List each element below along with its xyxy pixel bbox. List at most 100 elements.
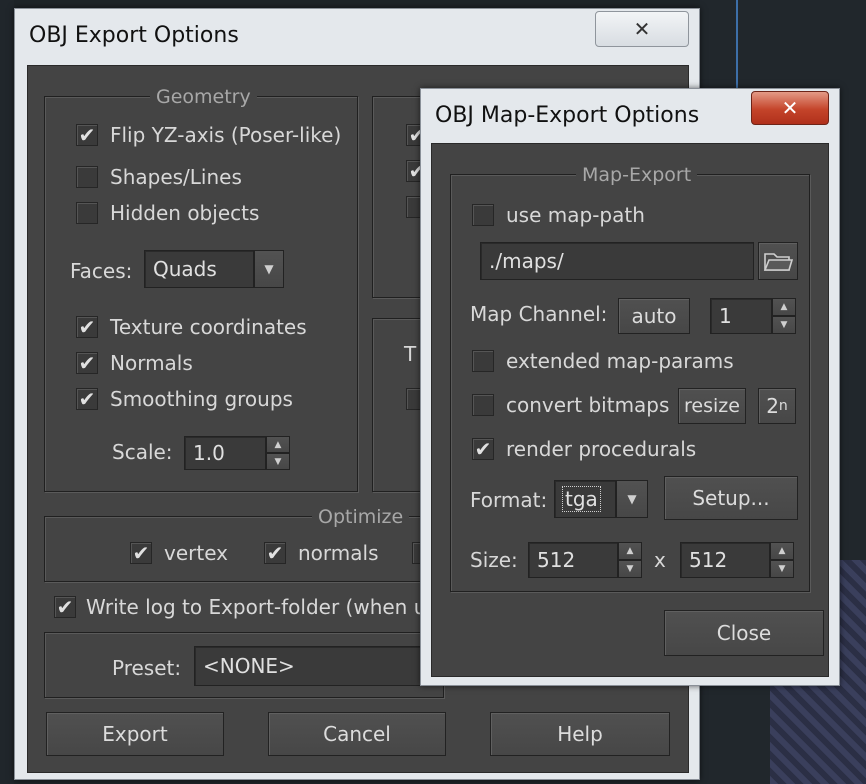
- cancel-button[interactable]: Cancel: [268, 712, 446, 756]
- geometry-legend: Geometry: [150, 86, 257, 108]
- close-icon: ✕: [633, 17, 651, 41]
- check-icon: ✔: [78, 315, 96, 339]
- texture-coordinates-label: Texture coordinates: [110, 315, 307, 339]
- faces-dropdown[interactable]: Quads: [144, 250, 254, 288]
- map-channel-spinner[interactable]: ▲ ▼: [772, 298, 796, 334]
- size-height-value: 512: [689, 548, 728, 572]
- faces-dropdown-arrow[interactable]: ▼: [254, 250, 284, 288]
- map-close-dialog-button[interactable]: Close: [664, 610, 824, 656]
- map-channel-auto-button[interactable]: auto: [618, 298, 690, 334]
- map-window-title: OBJ Map-Export Options: [435, 103, 700, 128]
- shapes-lines-checkbox[interactable]: [76, 166, 98, 188]
- smoothing-groups-label: Smoothing groups: [110, 387, 293, 411]
- scale-value: 1.0: [193, 441, 225, 465]
- extended-map-params-checkbox[interactable]: [472, 350, 494, 372]
- help-button[interactable]: Help: [490, 712, 670, 756]
- export-close-button[interactable]: ✕: [595, 11, 689, 47]
- check-icon: ✔: [132, 541, 150, 565]
- shapes-lines-label: Shapes/Lines: [110, 165, 242, 189]
- map-channel-input[interactable]: 1: [710, 298, 772, 334]
- map-export-legend: Map-Export: [576, 164, 698, 186]
- check-icon: ✔: [78, 351, 96, 375]
- optimize-legend: Optimize: [312, 506, 410, 528]
- partial-label-t: T: [404, 342, 417, 366]
- size-height-input[interactable]: 512: [680, 542, 770, 578]
- map-client-area: Map-Export use map-path ./maps/ Map Chan…: [431, 143, 829, 677]
- size-x-label: x: [654, 548, 666, 572]
- size-width-spinner[interactable]: ▲ ▼: [618, 542, 642, 578]
- normals-checkbox[interactable]: ✔: [76, 352, 98, 374]
- flip-yz-checkbox[interactable]: ✔: [76, 124, 98, 146]
- preset-value: <NONE>: [203, 654, 295, 678]
- format-dropdown-arrow[interactable]: ▼: [616, 480, 648, 518]
- format-value: tga: [562, 486, 601, 512]
- render-procedurals-checkbox[interactable]: ✔: [472, 438, 494, 460]
- convert-bitmaps-label: convert bitmaps: [506, 393, 670, 417]
- desktop-left-strip: [0, 0, 14, 784]
- check-icon: ✔: [78, 123, 96, 147]
- spinner-down-icon[interactable]: ▼: [772, 316, 796, 334]
- size-height-spinner[interactable]: ▲ ▼: [770, 542, 794, 578]
- use-map-path-label: use map-path: [506, 203, 645, 227]
- check-icon: ✔: [266, 541, 284, 565]
- smoothing-groups-checkbox[interactable]: ✔: [76, 388, 98, 410]
- spinner-down-icon[interactable]: ▼: [770, 560, 794, 578]
- scale-label: Scale:: [112, 440, 173, 464]
- extended-map-params-label: extended map-params: [506, 349, 734, 373]
- folder-icon: [763, 253, 793, 271]
- size-width-input[interactable]: 512: [528, 542, 618, 578]
- preset-dropdown[interactable]: <NONE>: [194, 646, 440, 686]
- optimize-vertex-label: vertex: [164, 541, 228, 565]
- check-icon: ✔: [78, 387, 96, 411]
- spinner-up-icon[interactable]: ▲: [772, 298, 796, 316]
- spinner-down-icon[interactable]: ▼: [266, 453, 290, 470]
- map-path-value: ./maps/: [489, 249, 564, 273]
- size-label: Size:: [470, 548, 518, 572]
- faces-value: Quads: [153, 257, 217, 281]
- map-export-group: [450, 174, 810, 592]
- convert-bitmaps-checkbox[interactable]: [472, 394, 494, 416]
- optimize-normals-label: normals: [298, 541, 379, 565]
- normals-label: Normals: [110, 351, 193, 375]
- hidden-objects-checkbox[interactable]: [76, 202, 98, 224]
- map-close-button[interactable]: ✕: [751, 91, 829, 125]
- optimize-normals-checkbox[interactable]: ✔: [264, 542, 286, 564]
- size-width-value: 512: [537, 548, 576, 572]
- check-icon: ✔: [474, 437, 492, 461]
- faces-label: Faces:: [70, 259, 133, 283]
- check-icon: ✔: [56, 595, 74, 619]
- write-log-checkbox[interactable]: ✔: [54, 596, 76, 618]
- export-button[interactable]: Export: [46, 712, 224, 756]
- optimize-vertex-checkbox[interactable]: ✔: [130, 542, 152, 564]
- desktop-blue-line: [736, 0, 738, 90]
- spinner-down-icon[interactable]: ▼: [618, 560, 642, 578]
- map-path-input[interactable]: ./maps/: [480, 242, 754, 280]
- chevron-down-icon: ▼: [627, 492, 637, 506]
- scale-spinner[interactable]: ▲ ▼: [266, 436, 290, 470]
- format-label: Format:: [470, 488, 548, 512]
- flip-yz-label: Flip YZ-axis (Poser-like): [110, 123, 342, 147]
- resize-button[interactable]: resize: [678, 388, 746, 424]
- setup-button[interactable]: Setup...: [664, 476, 798, 520]
- spinner-up-icon[interactable]: ▲: [266, 436, 290, 453]
- power-of-two-label: 2: [766, 394, 779, 418]
- write-log-label: Write log to Export-folder (when us: [86, 595, 437, 619]
- format-dropdown[interactable]: tga: [554, 480, 616, 518]
- scale-input[interactable]: 1.0: [184, 436, 266, 470]
- texture-coordinates-checkbox[interactable]: ✔: [76, 316, 98, 338]
- hidden-objects-label: Hidden objects: [110, 201, 260, 225]
- geometry-group: [44, 96, 358, 492]
- map-channel-value: 1: [719, 304, 732, 328]
- map-channel-label: Map Channel:: [470, 302, 608, 326]
- close-icon: ✕: [781, 96, 799, 120]
- export-window-title: OBJ Export Options: [29, 23, 239, 48]
- obj-map-export-window: OBJ Map-Export Options ✕ Map-Export use …: [420, 88, 840, 686]
- preset-label: Preset:: [112, 656, 182, 680]
- browse-folder-button[interactable]: [758, 242, 798, 280]
- spinner-up-icon[interactable]: ▲: [618, 542, 642, 560]
- use-map-path-checkbox[interactable]: [472, 204, 494, 226]
- power-of-two-button[interactable]: 2n: [758, 388, 796, 424]
- spinner-up-icon[interactable]: ▲: [770, 542, 794, 560]
- power-of-two-exponent: n: [778, 398, 788, 414]
- chevron-down-icon: ▼: [264, 262, 274, 276]
